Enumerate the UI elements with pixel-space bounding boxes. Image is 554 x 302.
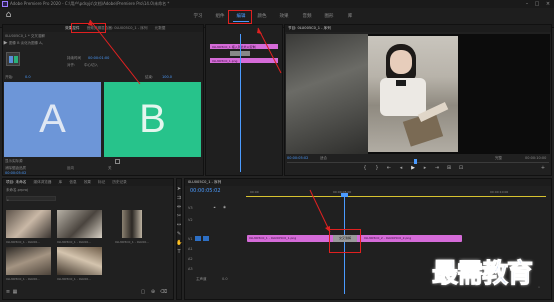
annotation-arrows — [88, 19, 331, 233]
watermark: 最需教育 — [432, 259, 534, 290]
